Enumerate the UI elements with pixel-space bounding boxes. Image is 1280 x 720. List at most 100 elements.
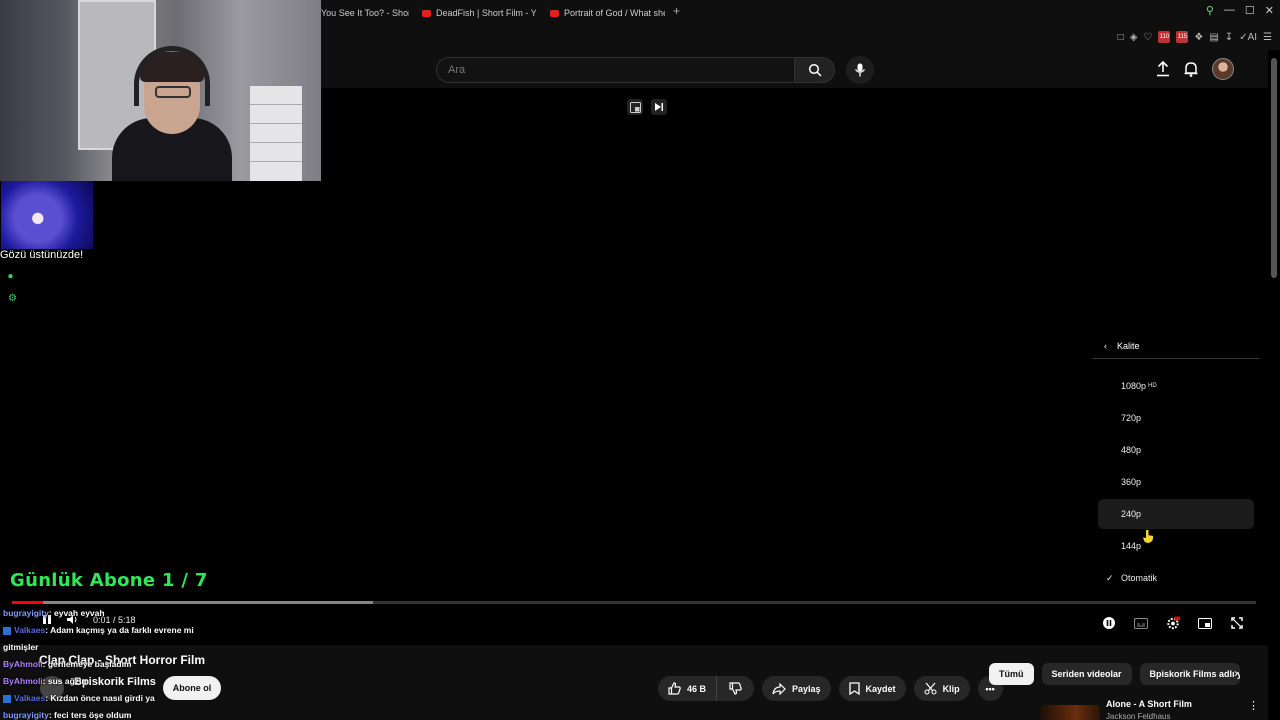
alert-text: Gözü üstünüzde! (0, 249, 84, 261)
autoplay-icon (1103, 617, 1115, 629)
search-input[interactable] (437, 58, 794, 82)
quality-label: 480p (1121, 445, 1142, 455)
chat-text: : sus ağzım (42, 676, 89, 686)
tab-label: You See It Too? - Shor (321, 8, 409, 18)
notifications-icon[interactable] (1184, 61, 1198, 77)
chevron-right-icon[interactable]: › (1234, 666, 1238, 680)
quality-option-144p[interactable]: 144p (1098, 531, 1254, 561)
tab-label: DeadFish | Short Film - Yo (436, 8, 536, 18)
quality-label: 1080p (1121, 381, 1147, 391)
save-button[interactable]: Kaydet (838, 676, 906, 701)
next-video-button[interactable] (651, 99, 667, 115)
chip-series[interactable]: Seriden videolar (1041, 663, 1132, 685)
chat-username: ByAhmoli (3, 659, 43, 669)
ai-button[interactable]: ✓AI (1239, 32, 1257, 43)
recommended-video[interactable]: Alone - A Short Film Jackson Feldhaus ⋮ (1030, 697, 1268, 720)
more-horizontal-icon: ••• (985, 683, 995, 694)
ext-settings-icon[interactable]: ⚙ (8, 293, 20, 305)
quality-option-720p[interactable]: 720p (1098, 403, 1254, 433)
player-controls-right (1102, 616, 1244, 630)
search-tabs-icon[interactable]: ⚲ (1206, 4, 1214, 17)
scroll-thumb[interactable] (1271, 58, 1277, 278)
new-tab-button[interactable]: + (673, 4, 680, 18)
minimize-button[interactable]: — (1224, 4, 1235, 17)
chat-overlay: bugrayigity: eyvah eyvah Valkaes: Adam ka… (3, 605, 243, 720)
ext-home-icon[interactable]: ⦁ (8, 271, 20, 283)
progress-played (12, 601, 44, 604)
quality-option-480p[interactable]: 480p (1098, 435, 1254, 465)
hd-badge: HD (1148, 383, 1157, 389)
skip-next-icon (655, 103, 663, 111)
chat-username: ByAhmoli (3, 676, 43, 686)
share-icon (772, 682, 786, 695)
tab-label: Portrait of God / What she (564, 8, 665, 18)
chat-text: : Adam kaçmış ya da farklı evrene mi (45, 625, 194, 635)
youtube-icon (550, 9, 559, 17)
webcam-overlay (0, 0, 321, 181)
browser-tab[interactable]: DeadFish | Short Film - Yo (422, 5, 536, 21)
quality-menu-title: Kalite (1117, 340, 1140, 351)
gear-icon (1167, 616, 1180, 629)
tabs-icon[interactable]: ▤ (1209, 32, 1218, 43)
clip-button[interactable]: Klip (913, 676, 970, 701)
quality-menu: ‹ Kalite 1080p HD 720p 480p 360p 240p 144… (1092, 333, 1260, 593)
dislike-button[interactable] (717, 676, 755, 701)
chip-channel[interactable]: Bpiskorik Films adlı y (1139, 663, 1240, 685)
autoplay-toggle[interactable] (1102, 616, 1116, 630)
menu-icon[interactable]: ☰ (1263, 32, 1272, 43)
settings-button[interactable] (1166, 616, 1180, 630)
search-button[interactable] (794, 57, 835, 83)
page-scrollbar[interactable] (1271, 50, 1277, 720)
quality-option-auto[interactable]: ✓ Otomatik (1098, 563, 1254, 593)
fullscreen-button[interactable] (1230, 616, 1244, 630)
subtitles-button[interactable] (1134, 616, 1148, 630)
screenshot-icon[interactable]: □ (1118, 32, 1124, 43)
chat-message: bugrayigity: eyvah eyvah (3, 605, 243, 622)
maximize-button[interactable]: ☐ (1245, 4, 1255, 17)
like-count: 46 B (687, 683, 707, 694)
quality-label: 144p (1121, 541, 1142, 551)
upload-icon[interactable] (1156, 61, 1170, 77)
bookmark-icon (848, 682, 860, 695)
chat-message: Valkaes: Kızdan önce nasıl girdi ya (3, 690, 243, 707)
quality-option-1080p[interactable]: 1080p HD (1098, 371, 1254, 401)
extensions-icon[interactable]: ❖ (1194, 32, 1203, 43)
progress-bar[interactable] (12, 601, 1256, 604)
chat-message: bugrayigity: feci ters öşe oldum (3, 707, 243, 720)
miniplayer-button[interactable] (627, 99, 643, 115)
share-label: Paylaş (792, 683, 821, 694)
heart-icon[interactable]: ♡ (1143, 32, 1152, 43)
alert-image (1, 181, 93, 249)
browser-tab[interactable]: Portrait of God / What she (550, 5, 665, 21)
chat-message: ByAhmoli: sus ağzım (3, 673, 243, 690)
more-vertical-icon[interactable]: ⋮ (1248, 699, 1259, 712)
quality-option-240p[interactable]: 240p (1098, 499, 1254, 529)
quality-menu-header[interactable]: ‹ Kalite (1092, 333, 1260, 359)
recommended-thumbnail[interactable] (1040, 705, 1100, 720)
extension-badge[interactable]: 115 (1176, 31, 1189, 43)
share-button[interactable]: Paylaş (762, 676, 831, 701)
chat-text: : feci ters öşe oldum (48, 710, 132, 720)
chat-text: : Kızdan önce nasıl girdi ya (45, 693, 155, 703)
voice-search-button[interactable] (846, 56, 874, 84)
chip-all[interactable]: Tümü (989, 663, 1034, 685)
recommended-title[interactable]: Alone - A Short Film (1106, 699, 1192, 709)
recommendation-chips: Tümü Seriden videolar Bpiskorik Films ad… (989, 663, 1240, 685)
account-avatar[interactable] (1212, 58, 1234, 80)
quality-option-360p[interactable]: 360p (1098, 467, 1254, 497)
miniplayer-ctrl-button[interactable] (1198, 616, 1212, 630)
close-button[interactable]: ✕ (1265, 4, 1274, 17)
thumbs-down-icon (729, 682, 742, 695)
chat-badge-icon (3, 626, 11, 635)
browser-tab[interactable]: You See It Too? - Shor (321, 5, 409, 21)
back-chevron-icon[interactable]: ‹ (1104, 341, 1107, 351)
subscriber-goal: Günlük Abone 1 / 7 (10, 570, 208, 591)
video-actions: 46 B Paylaş Kaydet Klip ••• (658, 676, 1003, 701)
download-icon[interactable]: ↧ (1225, 32, 1233, 43)
webcam-shelf (250, 86, 302, 181)
extension-badge[interactable]: 110 (1158, 31, 1171, 43)
microphone-icon (854, 63, 866, 77)
glasses (155, 86, 191, 98)
shield-icon[interactable]: ◈ (1130, 32, 1138, 43)
like-button[interactable]: 46 B (658, 676, 718, 701)
